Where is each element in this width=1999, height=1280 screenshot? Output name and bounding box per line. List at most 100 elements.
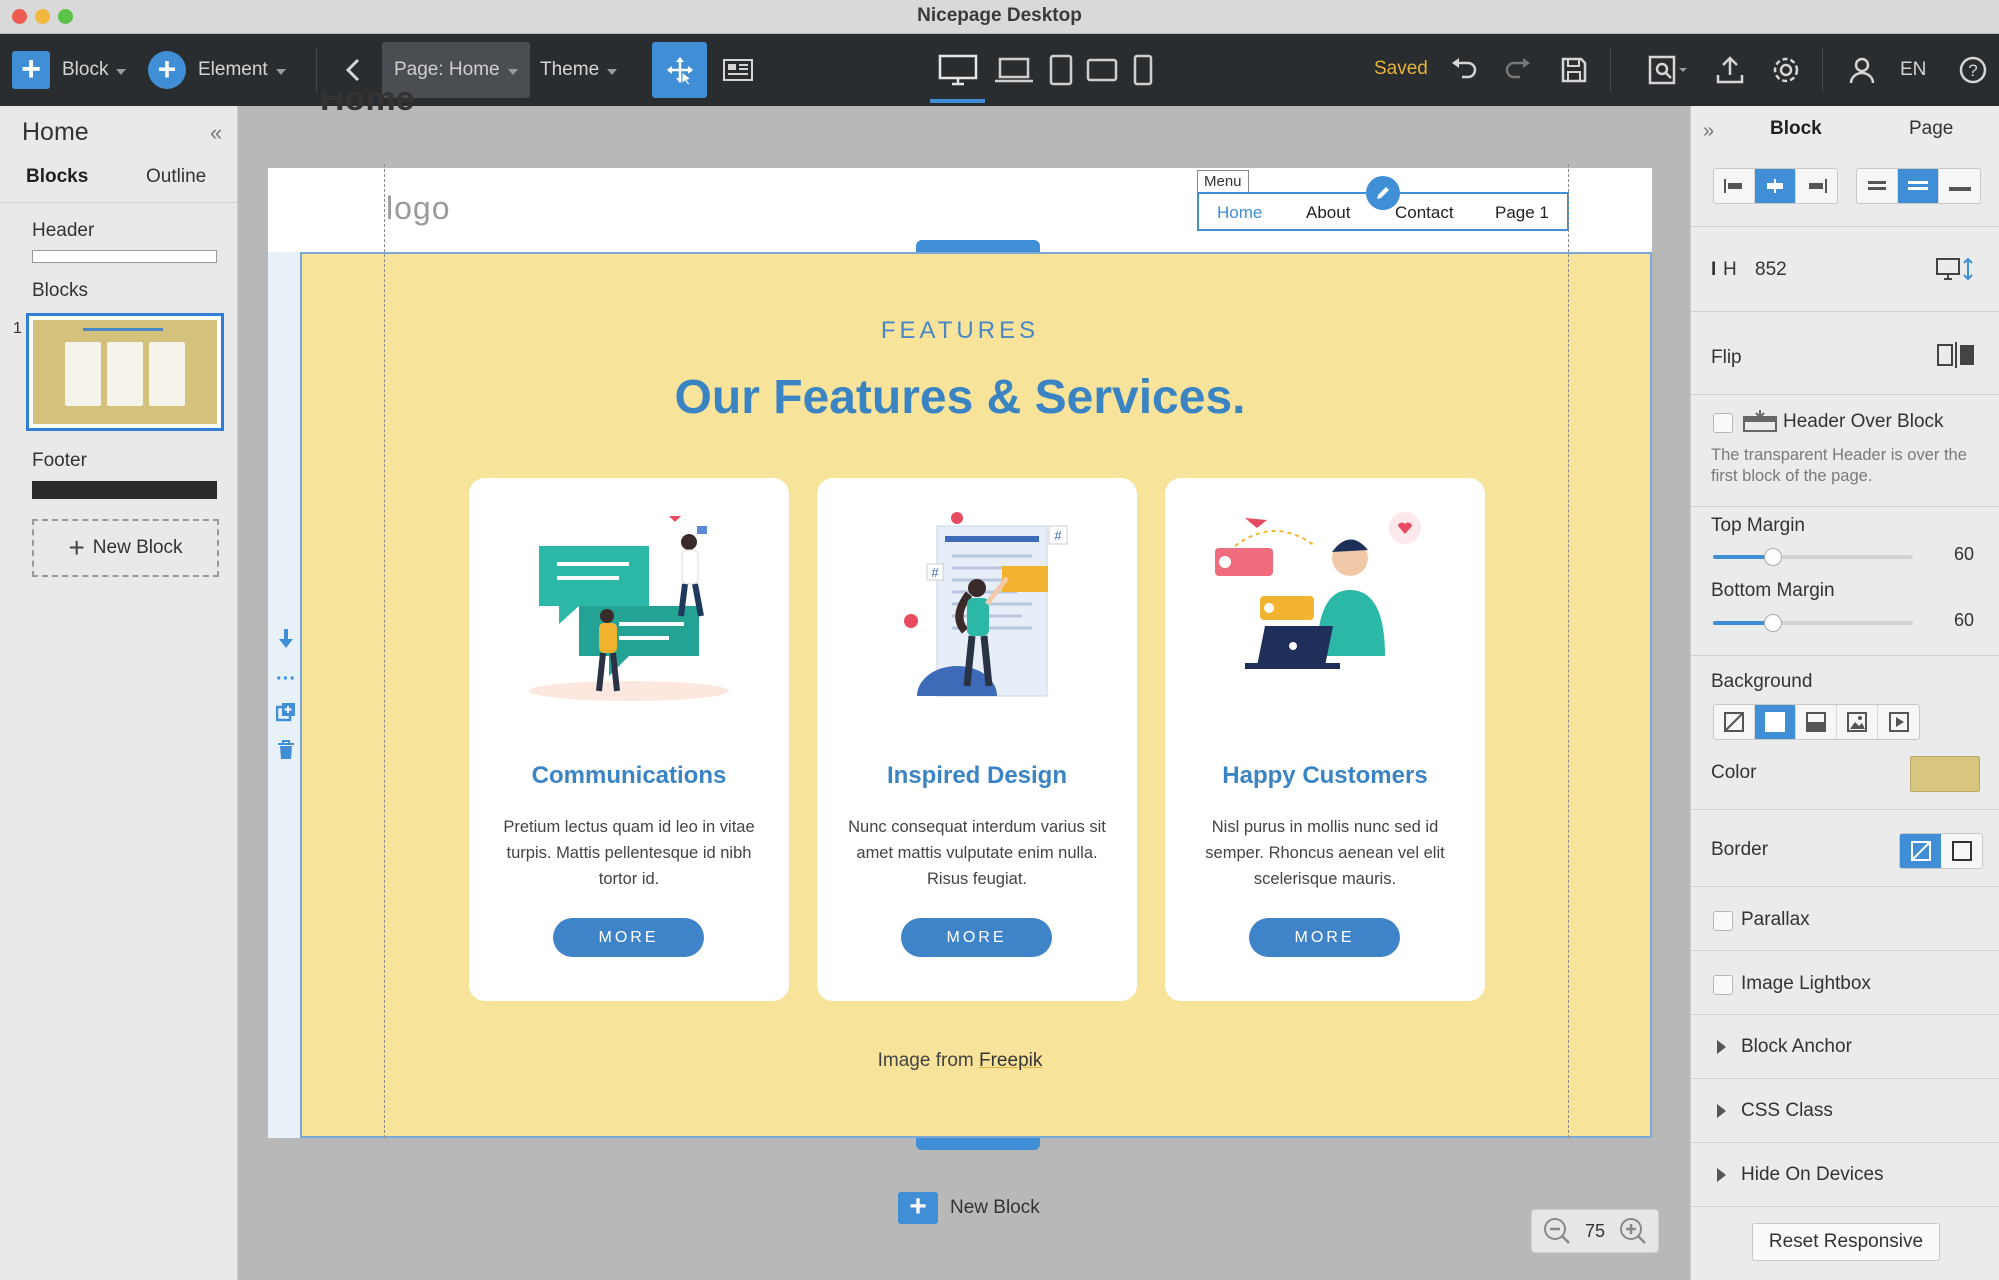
account-button[interactable] — [1844, 48, 1880, 92]
background-none-button[interactable] — [1714, 705, 1755, 739]
footer-thumbnail[interactable] — [32, 481, 217, 499]
background-color-button[interactable] — [1755, 705, 1796, 739]
css-class-section[interactable]: CSS Class — [1741, 1100, 1833, 1122]
desktop-icon — [938, 54, 978, 86]
align-right-button[interactable] — [1796, 169, 1837, 203]
new-block-button[interactable]: + New Block — [32, 519, 219, 577]
tab-blocks[interactable]: Blocks — [26, 166, 88, 188]
page-selector[interactable]: Page: Home — [382, 42, 530, 98]
feature-card[interactable]: # # Inspired Design Nunc consequat inter… — [817, 478, 1137, 1001]
height-value[interactable]: 852 — [1755, 259, 1787, 281]
phone-view-button[interactable] — [1126, 48, 1160, 92]
add-element-menu[interactable]: + Element — [148, 34, 286, 106]
tab-outline[interactable]: Outline — [146, 166, 206, 188]
communications-illustration — [529, 516, 729, 701]
more-options-icon[interactable]: ··· — [276, 668, 296, 691]
align-left-button[interactable] — [1714, 169, 1755, 203]
menu-item-contact[interactable]: Contact — [1395, 203, 1454, 223]
card-text[interactable]: Nisl purus in mollis nunc sed id semper.… — [1187, 814, 1463, 892]
responsive-height-button[interactable] — [1935, 256, 1975, 287]
background-video-button[interactable] — [1878, 705, 1919, 739]
parallax-checkbox[interactable] — [1713, 911, 1733, 931]
delete-block-button[interactable] — [276, 740, 296, 760]
features-title[interactable]: Our Features & Services. — [268, 370, 1652, 425]
canvas-new-block-button[interactable]: + New Block — [898, 1192, 1040, 1224]
redo-button[interactable] — [1500, 48, 1536, 92]
freepik-link[interactable]: Freepik — [979, 1050, 1042, 1071]
features-kicker[interactable]: FEATURES — [268, 317, 1652, 345]
menu-item-about[interactable]: About — [1306, 203, 1350, 223]
background-image-button[interactable] — [1837, 705, 1878, 739]
tablet-view-button[interactable] — [1044, 48, 1078, 92]
expand-panel-icon[interactable]: » — [1703, 120, 1714, 143]
width-medium-button[interactable] — [1898, 169, 1939, 203]
move-tool-button[interactable] — [652, 42, 707, 98]
site-logo[interactable]: logo — [386, 190, 451, 227]
bottom-margin-knob[interactable] — [1764, 614, 1782, 632]
more-button[interactable]: MORE — [553, 918, 704, 957]
block-thumbnail[interactable] — [26, 313, 224, 431]
expand-arrow-icon[interactable] — [1717, 1104, 1726, 1118]
theme-menu[interactable]: Theme — [540, 34, 618, 106]
preview-button[interactable] — [1644, 48, 1692, 92]
block-anchor-section[interactable]: Block Anchor — [1741, 1036, 1852, 1058]
edit-menu-button[interactable] — [1366, 176, 1400, 210]
menu-item-home[interactable]: Home — [1217, 203, 1262, 223]
zoom-out-icon[interactable] — [1542, 1216, 1572, 1246]
card-text[interactable]: Pretium lectus quam id leo in vitae turp… — [491, 814, 767, 892]
background-color-swatch[interactable] — [1910, 756, 1980, 792]
card-title[interactable]: Happy Customers — [1165, 762, 1485, 790]
undo-button[interactable] — [1446, 48, 1482, 92]
image-lightbox-checkbox[interactable] — [1713, 975, 1733, 995]
language-button[interactable]: EN — [1900, 34, 1926, 106]
feature-card[interactable]: Communications Pretium lectus quam id le… — [469, 478, 789, 1001]
help-button[interactable]: ? — [1955, 48, 1991, 92]
block-top-handle[interactable] — [916, 240, 1040, 252]
menu-item-page-1[interactable]: Page 1 — [1495, 203, 1549, 223]
width-full-button[interactable] — [1939, 169, 1980, 203]
more-button[interactable]: MORE — [1249, 918, 1400, 957]
laptop-view-button[interactable] — [992, 48, 1036, 92]
feature-card[interactable]: Happy Customers Nisl purus in mollis nun… — [1165, 478, 1485, 1001]
card-title[interactable]: Inspired Design — [817, 762, 1137, 790]
width-narrow-button[interactable] — [1857, 169, 1898, 203]
hide-on-devices-section[interactable]: Hide On Devices — [1741, 1164, 1884, 1186]
top-margin-knob[interactable] — [1764, 548, 1782, 566]
top-margin-slider[interactable] — [1713, 548, 1913, 566]
desktop-view-button[interactable] — [936, 48, 980, 92]
header-over-block-checkbox[interactable] — [1713, 413, 1733, 433]
bottom-margin-value[interactable]: 60 — [1954, 610, 1974, 631]
save-button[interactable] — [1556, 48, 1592, 92]
panel-layout-button[interactable] — [718, 48, 758, 92]
header-thumbnail[interactable] — [32, 250, 217, 263]
duplicate-block-button[interactable] — [276, 702, 296, 722]
divider — [1691, 394, 1999, 395]
width-mode-group — [1856, 168, 1981, 204]
publish-button[interactable] — [1710, 48, 1750, 92]
background-gradient-button[interactable] — [1796, 705, 1837, 739]
expand-arrow-icon[interactable] — [1717, 1040, 1726, 1054]
tablet-landscape-view-button[interactable] — [1082, 48, 1122, 92]
pencil-icon — [1377, 187, 1389, 199]
top-margin-value[interactable]: 60 — [1954, 544, 1974, 565]
divider — [1691, 809, 1999, 810]
card-title[interactable]: Communications — [469, 762, 789, 790]
zoom-in-icon[interactable] — [1618, 1216, 1648, 1246]
border-none-button[interactable] — [1900, 834, 1941, 868]
reset-responsive-button[interactable]: Reset Responsive — [1752, 1223, 1940, 1261]
collapse-panel-icon[interactable]: « — [210, 120, 222, 146]
bottom-margin-slider[interactable] — [1713, 614, 1913, 632]
block-bottom-handle[interactable] — [916, 1138, 1040, 1150]
settings-button[interactable] — [1766, 48, 1806, 92]
divider — [1691, 1078, 1999, 1079]
move-down-button[interactable] — [276, 628, 296, 650]
tab-block[interactable]: Block — [1770, 118, 1822, 140]
flip-button[interactable] — [1936, 341, 1976, 374]
border-solid-button[interactable] — [1941, 834, 1982, 868]
card-text[interactable]: Nunc consequat interdum varius sit amet … — [839, 814, 1115, 892]
expand-arrow-icon[interactable] — [1717, 1168, 1726, 1182]
more-button[interactable]: MORE — [901, 918, 1052, 957]
tab-page[interactable]: Page — [1909, 118, 1953, 140]
add-block-menu[interactable]: + Block — [12, 34, 127, 106]
align-center-button[interactable] — [1755, 169, 1796, 203]
